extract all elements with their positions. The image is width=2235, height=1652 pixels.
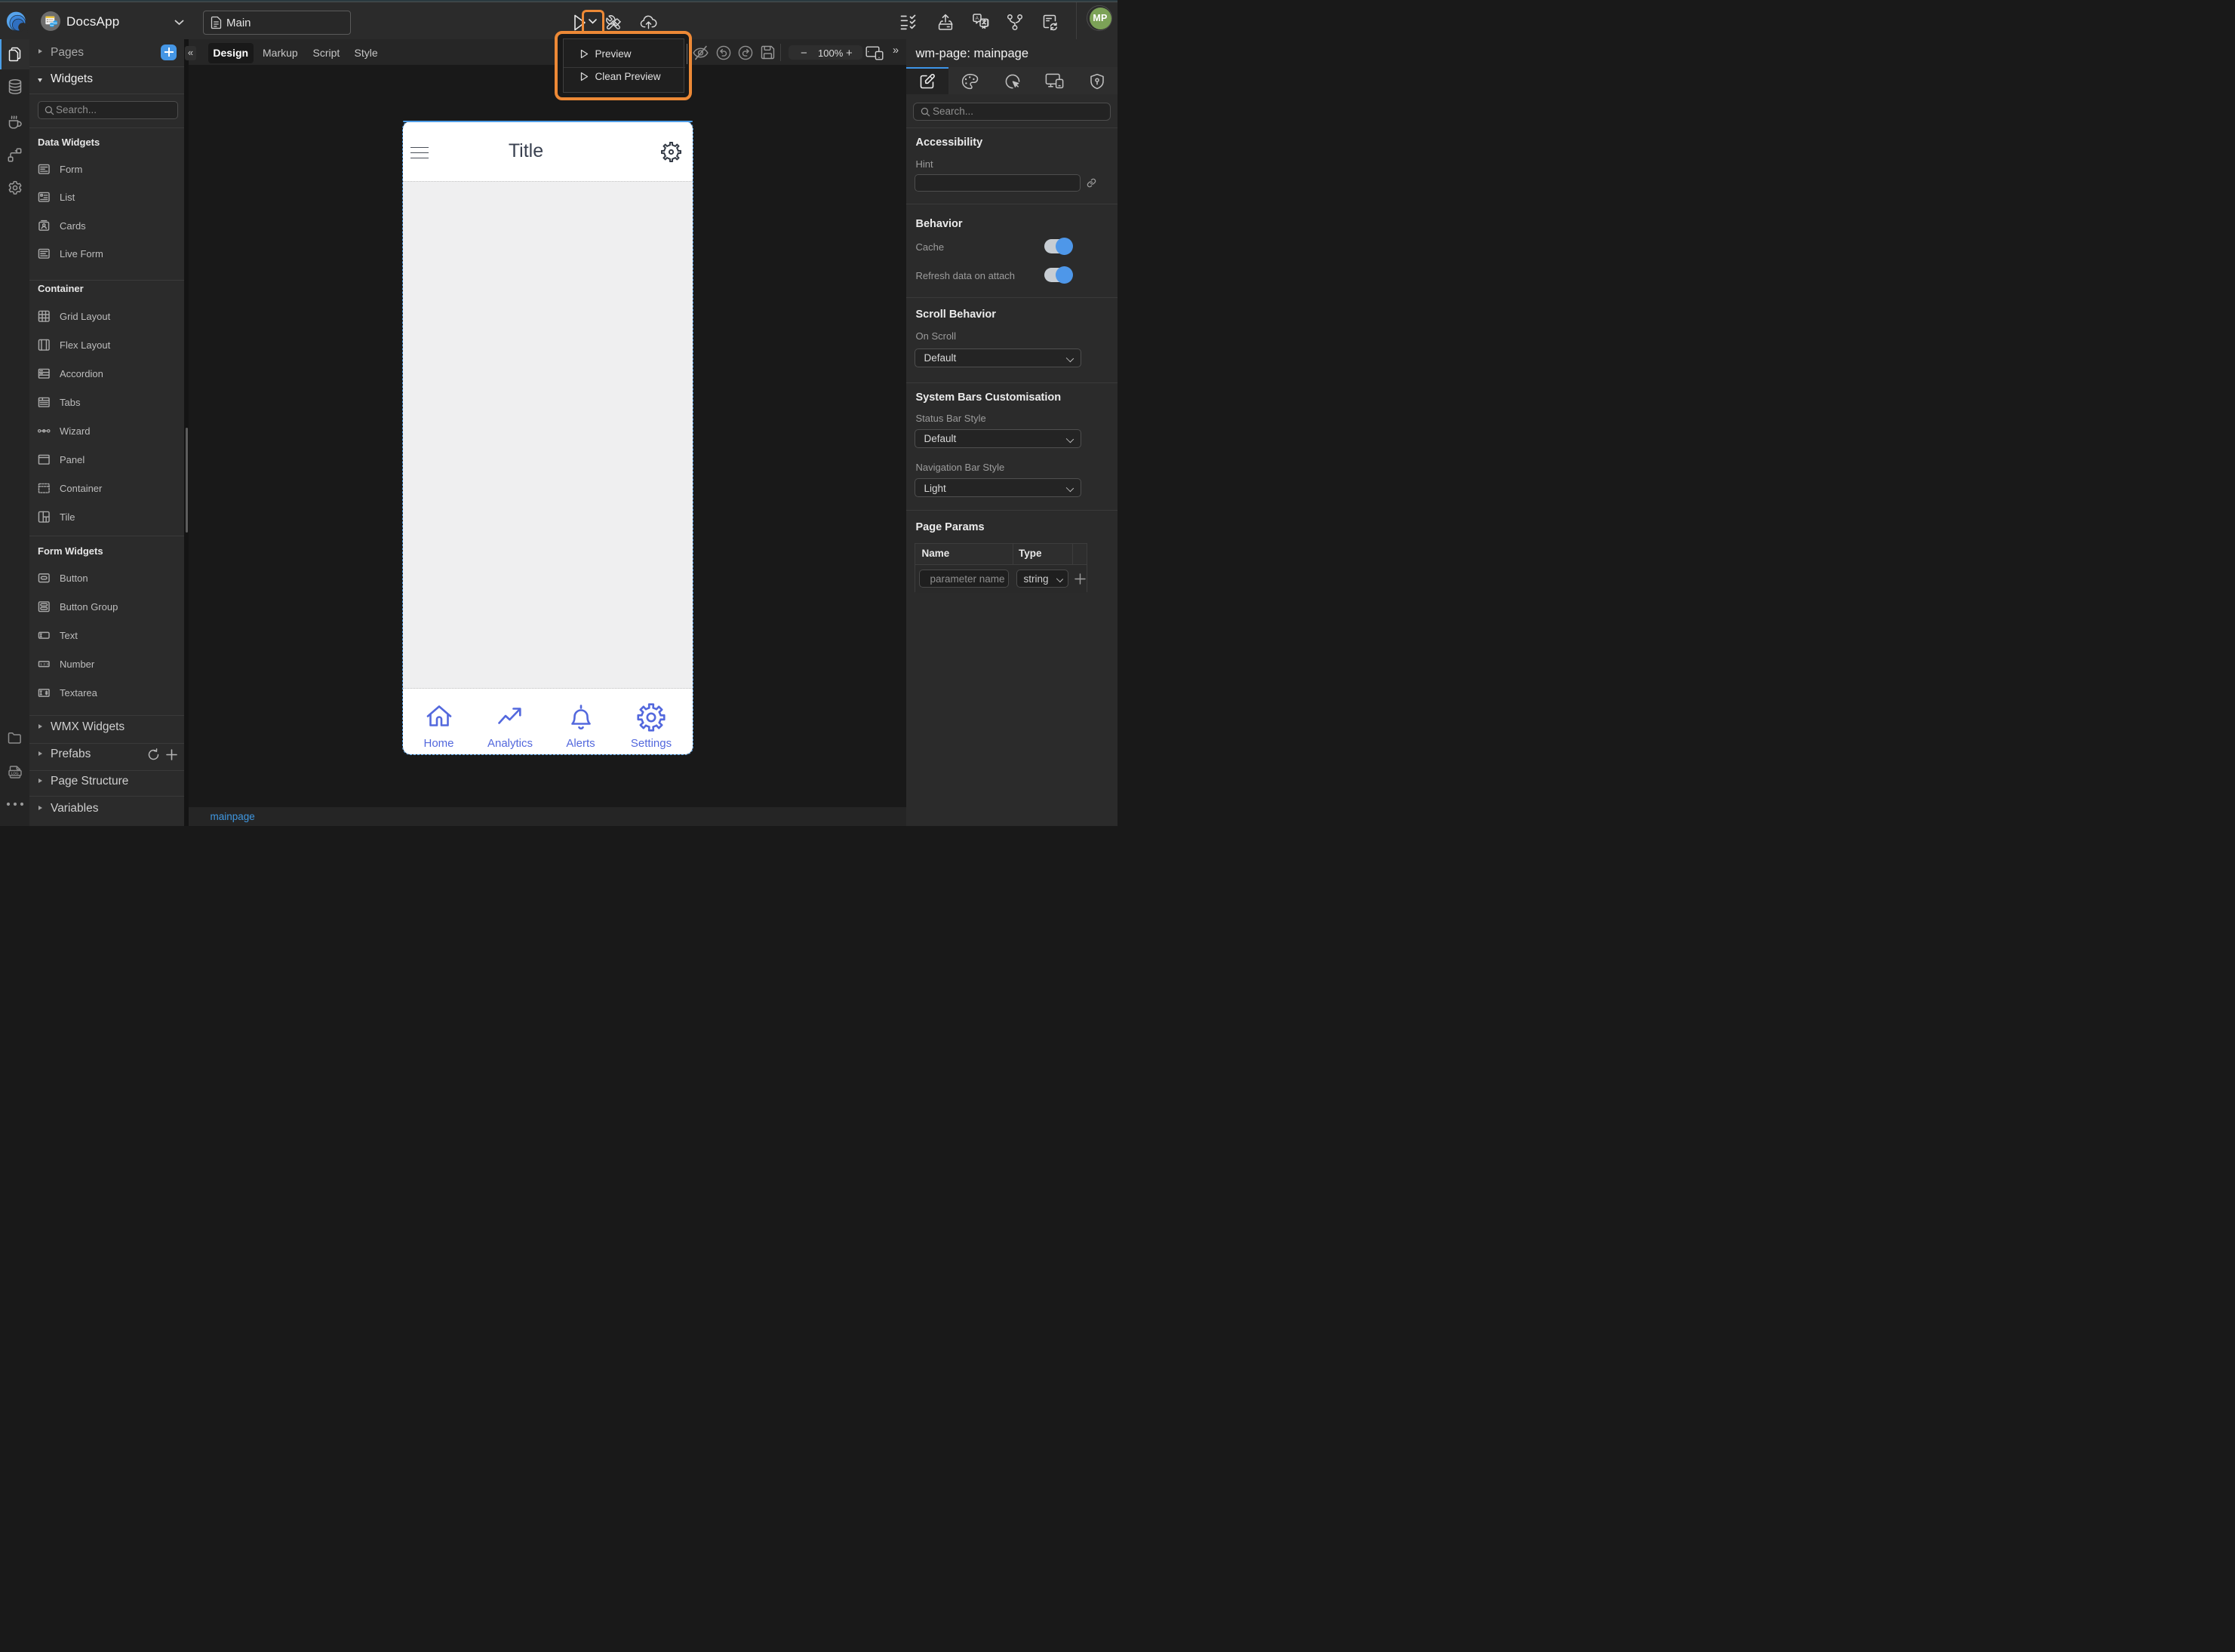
svg-text:A: A [976,16,979,21]
svg-text:1 2 3: 1 2 3 [40,662,48,667]
svg-text:LOG: LOG [11,771,18,775]
